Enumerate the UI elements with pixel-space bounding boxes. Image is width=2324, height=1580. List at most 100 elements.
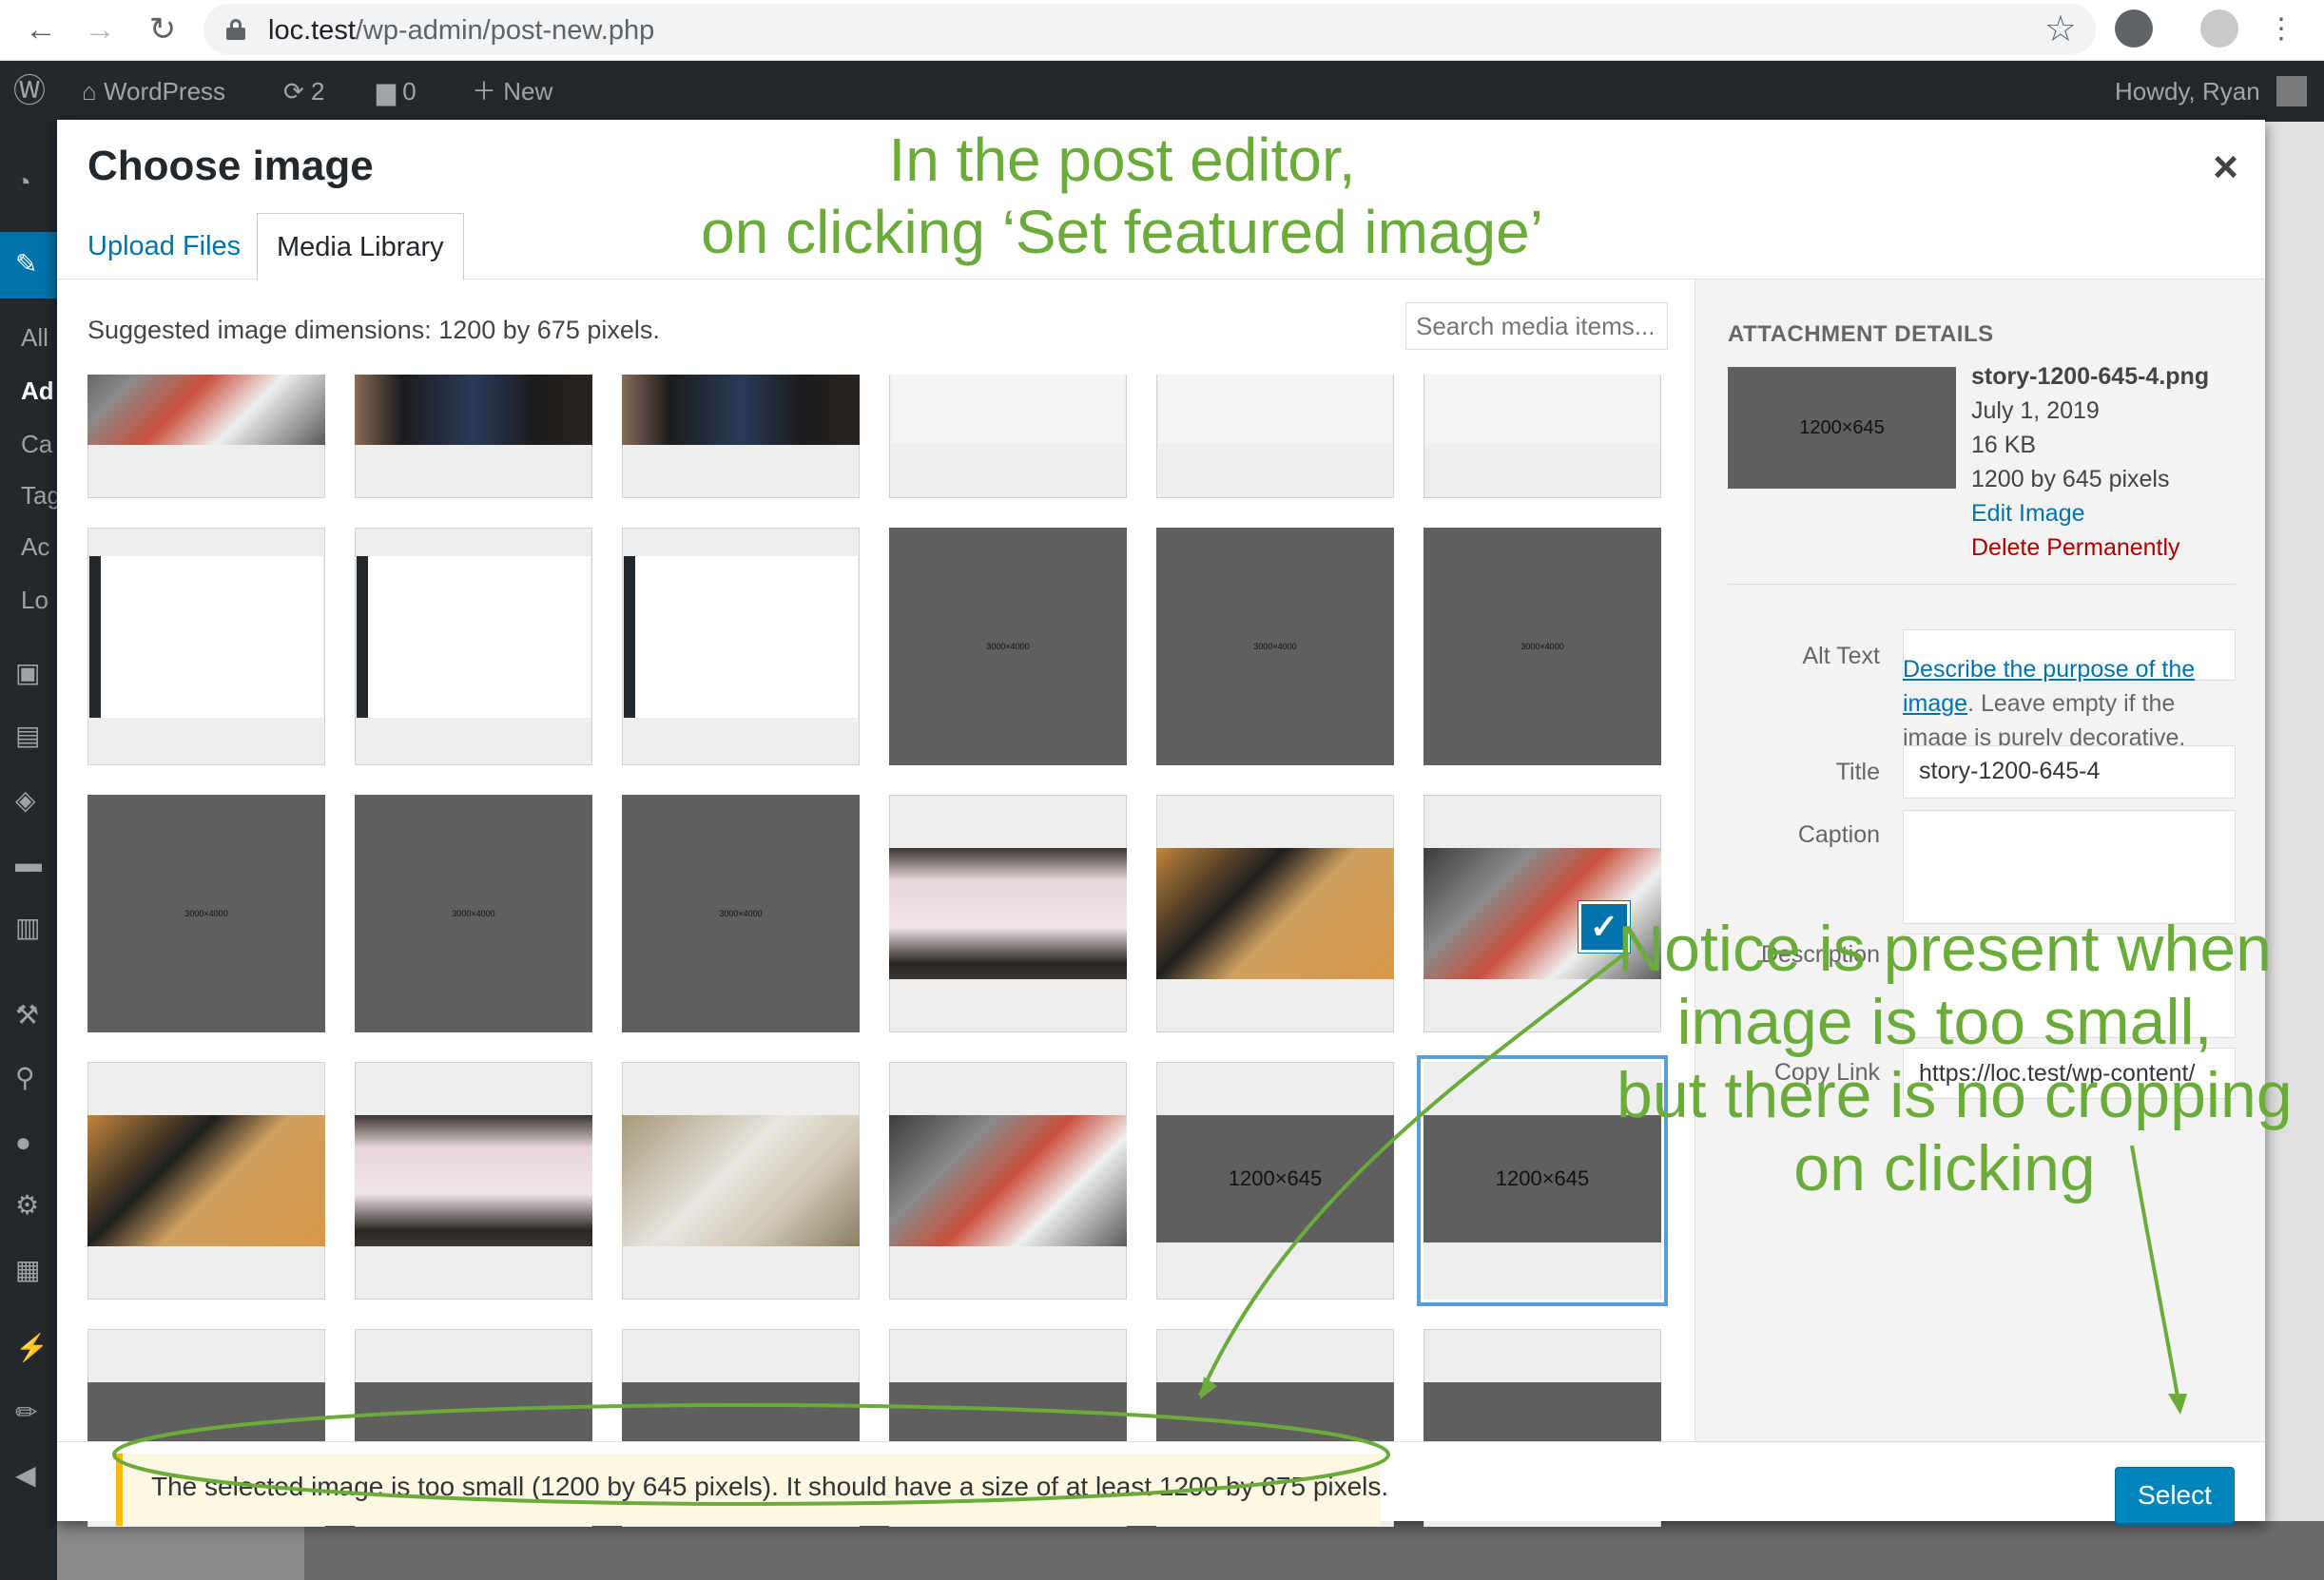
reload-icon[interactable]: ↻ [139, 6, 186, 53]
thumb-photo [87, 375, 325, 445]
annotation-side-line1: Notice is present when [1617, 913, 2272, 985]
close-icon[interactable]: × [2213, 145, 2238, 188]
attachment-thumb[interactable] [622, 1062, 860, 1300]
profile-avatar-icon[interactable] [2200, 10, 2238, 48]
address-bar[interactable]: loc.test/wp-admin/post-new.php ☆ [203, 4, 2096, 55]
thumb-screenshot [357, 556, 591, 718]
forward-arrow-icon[interactable]: → [76, 6, 124, 53]
sidebar-item-add[interactable]: Ad [21, 376, 54, 406]
attachment-thumb[interactable] [889, 1062, 1127, 1300]
extension-icon[interactable] [2115, 10, 2153, 48]
attachment-thumb[interactable]: 1200×645 [1156, 1062, 1394, 1300]
attachment-filename: story-1200-645-4.png [1971, 363, 2210, 390]
kebab-menu-icon[interactable]: ⋮ [2257, 6, 2305, 53]
attachment-thumb[interactable] [622, 375, 860, 498]
thumb-placeholder-label: 1200×645 [1156, 1115, 1394, 1243]
thumb-placeholder-label: 3000×4000 [355, 795, 592, 1032]
sidebar-item-tags[interactable]: Tag [21, 481, 61, 511]
sidebar-item-ac[interactable]: Ac [21, 532, 49, 562]
media-modal: Choose image × Upload Files Media Librar… [57, 120, 2265, 1527]
thumb-photo [889, 848, 1127, 979]
bookmark-star-icon[interactable]: ☆ [2044, 10, 2077, 48]
thumb-photo [622, 1115, 860, 1246]
sidebar-item-categories[interactable]: Ca [21, 430, 52, 459]
modal-title: Choose image [87, 143, 374, 189]
media-icon[interactable]: ▣ [15, 660, 44, 686]
plugins-icon[interactable]: ⚲ [15, 1065, 44, 1091]
thumb-photo [622, 375, 860, 445]
attachment-thumb[interactable] [355, 528, 592, 765]
attachment-details-panel: ATTACHMENT DETAILS 1200×645 story-1200-6… [1695, 279, 2265, 1441]
attachment-thumb[interactable] [87, 528, 325, 765]
pin-icon: ✎ [15, 249, 38, 279]
annotation-top-line2: on clicking ‘Set featured image’ [701, 198, 1543, 266]
attachment-thumb[interactable] [355, 1062, 592, 1300]
site-name-link[interactable]: ⌂ WordPress [82, 61, 225, 122]
browser-toolbar: ← → ↻ loc.test/wp-admin/post-new.php ☆ ⋮ [0, 0, 2324, 61]
attachment-date: July 1, 2019 [1971, 397, 2100, 424]
annotation-side-line4: on clicking [1793, 1132, 2096, 1204]
edit-image-link[interactable]: Edit Image [1971, 500, 2085, 528]
collapse-icon[interactable]: ◀ [15, 1462, 44, 1489]
lock-icon [226, 19, 245, 40]
attachment-thumb[interactable]: 3000×4000 [355, 795, 592, 1032]
thumb-photo [87, 1115, 325, 1246]
tab-upload-files[interactable]: Upload Files [68, 213, 260, 280]
thumb-placeholder-label: 3000×4000 [889, 528, 1127, 765]
attachments-grid: 3000×4000 3000×4000 3000×4000 3000×4000 3000… [87, 375, 1695, 1527]
pencil-icon[interactable]: ✏ [15, 1399, 44, 1426]
pages-icon[interactable]: ▤ [15, 723, 44, 749]
settings-icon[interactable]: ▦ [15, 1257, 44, 1283]
attachment-thumb[interactable]: 3000×4000 [622, 795, 860, 1032]
user-avatar[interactable] [2276, 76, 2307, 106]
book-icon[interactable]: ▥ [15, 915, 44, 941]
attachment-thumb[interactable] [355, 375, 592, 498]
wrench-icon[interactable]: ⚙ [15, 1192, 44, 1219]
comments-link[interactable]: ▆ 0 [377, 61, 416, 122]
bolt-icon[interactable]: ⚡ [15, 1335, 48, 1361]
attachment-thumb[interactable] [1156, 375, 1394, 498]
attachment-thumb[interactable]: 3000×4000 [889, 528, 1127, 765]
sidebar-item-lo[interactable]: Lo [21, 586, 48, 615]
dashboard-icon[interactable]: ◔ [15, 169, 44, 196]
search-media-input[interactable] [1405, 302, 1668, 350]
tools-hammer-icon[interactable]: ⚒ [15, 1002, 44, 1029]
annotation-top: In the post editor, on clicking ‘Set fea… [571, 124, 1674, 268]
wordpress-logo-icon[interactable]: Ⓦ [13, 61, 46, 122]
thumb-photo [355, 1115, 592, 1246]
back-arrow-icon[interactable]: ← [17, 6, 65, 53]
new-content-link[interactable]: ＋ New [472, 61, 552, 122]
title-field[interactable]: story-1200-645-4 [1903, 745, 2236, 799]
posts-menu-active[interactable]: ✎ [0, 232, 57, 299]
admin-sidebar: ◔ ✎ All Ad Ca Tag Ac Lo ▣ ▤ ◈ ▬ ▥ ⚒ ⚲ ● … [0, 122, 61, 1580]
attachment-thumb[interactable] [87, 1062, 325, 1300]
attachment-thumb[interactable]: 3000×4000 [1423, 528, 1661, 765]
select-button[interactable]: Select [2115, 1467, 2235, 1524]
attachment-thumb[interactable]: 3000×4000 [87, 795, 325, 1032]
delete-permanently-link[interactable]: Delete Permanently [1971, 534, 2180, 562]
thumb-screenshot [891, 375, 1125, 443]
caption-field[interactable] [1903, 810, 2236, 924]
tab-media-library[interactable]: Media Library [257, 213, 464, 280]
attachment-thumb[interactable] [87, 375, 325, 498]
updates-link[interactable]: ⟳ 2 [283, 61, 324, 122]
attachment-filesize: 16 KB [1971, 432, 2037, 458]
users-icon[interactable]: ● [15, 1129, 44, 1156]
editor-sidebar-background [2263, 122, 2324, 1580]
comments-icon[interactable]: ▬ [15, 850, 44, 877]
attachment-thumb[interactable] [889, 375, 1127, 498]
account-greeting[interactable]: Howdy, Ryan [2115, 61, 2260, 122]
wp-admin-bar: Ⓦ ⌂ WordPress ⟳ 2 ▆ 0 ＋ New Howdy, Ryan [0, 61, 2324, 122]
attachment-thumb[interactable] [622, 528, 860, 765]
alt-text-help: Describe the purpose of the image. Leave… [1903, 652, 2241, 755]
caption-label: Caption [1797, 821, 1880, 848]
feedback-icon[interactable]: ◈ [15, 787, 44, 814]
attachment-thumb[interactable] [1423, 375, 1661, 498]
attachment-thumb[interactable] [889, 795, 1127, 1032]
thumb-photo [1156, 848, 1394, 979]
attachment-thumb[interactable]: 3000×4000 [1156, 528, 1394, 765]
annotation-side-line2: image is too small, [1676, 986, 2213, 1058]
sidebar-item-all[interactable]: All [21, 323, 48, 353]
attachment-thumb[interactable] [1156, 795, 1394, 1032]
thumb-photo [355, 375, 592, 445]
